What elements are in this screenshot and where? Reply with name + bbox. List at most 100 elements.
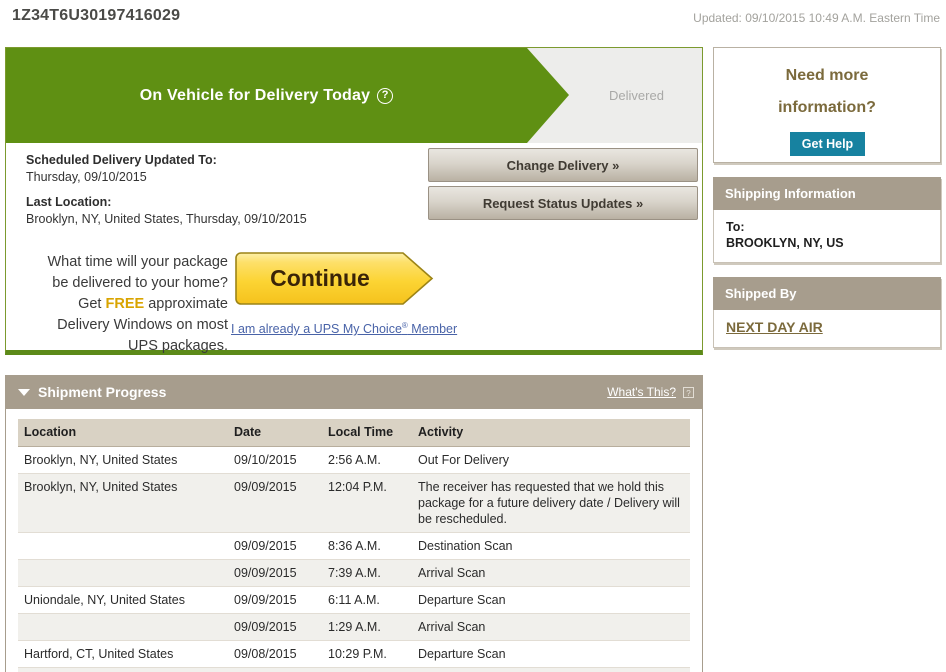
cell-local-time: 2:56 A.M. <box>322 446 412 474</box>
my-choice-promo-section: What time will your package be delivered… <box>6 248 702 354</box>
shipment-progress-title: Shipment Progress <box>38 384 167 400</box>
change-delivery-button[interactable]: Change Delivery » <box>428 148 698 182</box>
cell-activity: Departure Scan <box>412 640 690 668</box>
cell-date: 09/09/2015 <box>228 473 322 533</box>
right-sidebar: Need more information? Get Help Shipping… <box>713 47 941 362</box>
need-more-information-card: Need more information? Get Help <box>713 47 941 163</box>
status-progress-banner: On Vehicle for Delivery Today? Delivered <box>6 48 702 143</box>
updated-timestamp: Updated: 09/10/2015 10:49 A.M. Eastern T… <box>693 11 940 25</box>
request-status-updates-button[interactable]: Request Status Updates » <box>428 186 698 220</box>
cell-location <box>18 559 228 587</box>
last-location-label: Last Location: <box>26 195 112 209</box>
cell-date: 09/09/2015 <box>228 586 322 614</box>
column-header-date: Date <box>228 419 322 447</box>
column-header-local-time: Local Time <box>322 419 412 447</box>
service-level-link[interactable]: NEXT DAY AIR <box>726 319 823 335</box>
cell-activity: Out For Delivery <box>412 446 690 474</box>
already-member-link-suffix: Member <box>407 322 458 337</box>
shipment-progress-table: Location Date Local Time Activity Brookl… <box>18 419 690 672</box>
tracking-summary-panel: On Vehicle for Delivery Today? Delivered… <box>5 47 703 355</box>
shipping-information-title: Shipping Information <box>713 177 941 210</box>
shipment-progress-section: Shipment Progress What's This? ? Locatio… <box>5 375 703 672</box>
already-member-link-text: I am already a UPS My Choice <box>231 322 402 337</box>
cell-location: Brooklyn, NY, United States <box>18 473 228 533</box>
promo-text: What time will your package be delivered… <box>16 252 228 357</box>
cell-location: Uniondale, NY, United States <box>18 586 228 614</box>
cell-local-time: 6:11 A.M. <box>322 586 412 614</box>
scheduled-delivery-label: Scheduled Delivery Updated To: <box>26 153 217 167</box>
table-row: Hartford, CT, United States 09/08/2015 10:… <box>18 640 690 668</box>
cell-local-time: 7:39 A.M. <box>322 559 412 587</box>
promo-line-2: be delivered to your home? <box>52 275 228 291</box>
promo-line-3-pre: Get <box>78 296 106 312</box>
promo-free-emphasis: FREE <box>105 296 145 312</box>
status-next-step-label: Delivered <box>609 88 664 103</box>
cell-activity: Arrival Scan <box>412 559 690 587</box>
continue-button[interactable]: Continue <box>235 252 435 305</box>
shipment-progress-header[interactable]: Shipment Progress What's This? ? <box>5 375 703 409</box>
cell-location <box>18 667 228 672</box>
promo-line-1: What time will your package <box>47 254 228 270</box>
cell-activity: Pickup Scan <box>412 667 690 672</box>
cell-local-time: 5:40 P.M. <box>322 667 412 672</box>
cell-date: 09/09/2015 <box>228 532 322 560</box>
table-row: Brooklyn, NY, United States 09/09/2015 12:… <box>18 473 690 533</box>
tracking-number: 1Z34T6U30197416029 <box>12 7 181 24</box>
column-header-location: Location <box>18 419 228 447</box>
status-current-step: On Vehicle for Delivery Today? <box>6 48 569 143</box>
cell-activity: Destination Scan <box>412 532 690 560</box>
continue-button-label: Continue <box>270 265 370 291</box>
page-header: 1Z34T6U30197416029 Updated: 09/10/2015 1… <box>0 0 946 40</box>
cell-local-time: 8:36 A.M. <box>322 532 412 560</box>
cell-location <box>18 532 228 560</box>
get-help-button[interactable]: Get Help <box>790 132 865 156</box>
shipped-by-body: NEXT DAY AIR <box>713 310 941 348</box>
table-row: 09/08/20155:40 P.M.Pickup Scan <box>18 667 690 672</box>
status-current-step-text: On Vehicle for Delivery Today <box>139 86 371 104</box>
table-header-row: Location Date Local Time Activity <box>18 419 690 447</box>
ship-to-value: BROOKLYN, NY, US <box>726 236 844 250</box>
promo-line-5: UPS packages. <box>128 338 228 354</box>
table-row: Uniondale, NY, United States 09/09/2015 6:… <box>18 586 690 614</box>
table-row: 09/09/2015 7:39 A.M. Arrival Scan <box>18 559 690 587</box>
cell-location: Brooklyn, NY, United States <box>18 446 228 474</box>
cell-date: 09/08/2015 <box>228 640 322 668</box>
cell-local-time: 10:29 P.M. <box>322 640 412 668</box>
cell-location: Hartford, CT, United States <box>18 640 228 668</box>
ship-to-label: To: <box>726 220 745 234</box>
need-more-information-line-2: information? <box>778 99 876 116</box>
shipped-by-title: Shipped By <box>713 277 941 310</box>
cell-activity: Departure Scan <box>412 586 690 614</box>
triangle-down-icon[interactable] <box>18 389 30 396</box>
shipped-by-card: Shipped By NEXT DAY AIR <box>713 277 941 348</box>
cell-date: 09/09/2015 <box>228 559 322 587</box>
cell-local-time: 12:04 P.M. <box>322 473 412 533</box>
cell-date: 09/09/2015 <box>228 613 322 641</box>
table-head: Location Date Local Time Activity <box>18 419 690 447</box>
ups-tracking-page: 1Z34T6U30197416029 Updated: 09/10/2015 1… <box>0 0 946 672</box>
cell-location <box>18 613 228 641</box>
table-row: 09/09/2015 8:36 A.M. Destination Scan <box>18 532 690 560</box>
help-box-icon[interactable]: ? <box>683 387 694 398</box>
column-header-activity: Activity <box>412 419 690 447</box>
cell-date: 09/08/2015 <box>228 667 322 672</box>
shipping-information-card: Shipping Information To: BROOKLYN, NY, U… <box>713 177 941 263</box>
whats-this-link[interactable]: What's This? <box>607 385 676 399</box>
table-row: 09/09/2015 1:29 A.M. Arrival Scan <box>18 613 690 641</box>
question-circle-icon[interactable]: ? <box>377 87 394 104</box>
table-row: Brooklyn, NY, United States 09/10/2015 2:5… <box>18 446 690 474</box>
promo-line-4: Delivery Windows on most <box>57 317 228 333</box>
cell-activity: Arrival Scan <box>412 613 690 641</box>
shipping-information-body: To: BROOKLYN, NY, US <box>713 210 941 263</box>
cell-date: 09/10/2015 <box>228 446 322 474</box>
shipment-progress-body: Location Date Local Time Activity Brookl… <box>5 409 703 672</box>
cell-activity: The receiver has requested that we hold … <box>412 473 690 533</box>
need-more-information-line-1: Need more <box>785 67 869 84</box>
scheduled-delivery-value: Thursday, 09/10/2015 <box>26 170 147 184</box>
already-member-link[interactable]: I am already a UPS My Choice® Member <box>231 321 457 336</box>
last-location-value: Brooklyn, NY, United States, Thursday, 0… <box>26 212 307 226</box>
table-body: Brooklyn, NY, United States 09/10/2015 2:5… <box>18 446 690 672</box>
status-current-step-label: On Vehicle for Delivery Today? <box>6 48 527 143</box>
promo-line-3-post: approximate <box>144 296 228 312</box>
delivery-details-section: Scheduled Delivery Updated To: Thursday,… <box>6 144 702 258</box>
